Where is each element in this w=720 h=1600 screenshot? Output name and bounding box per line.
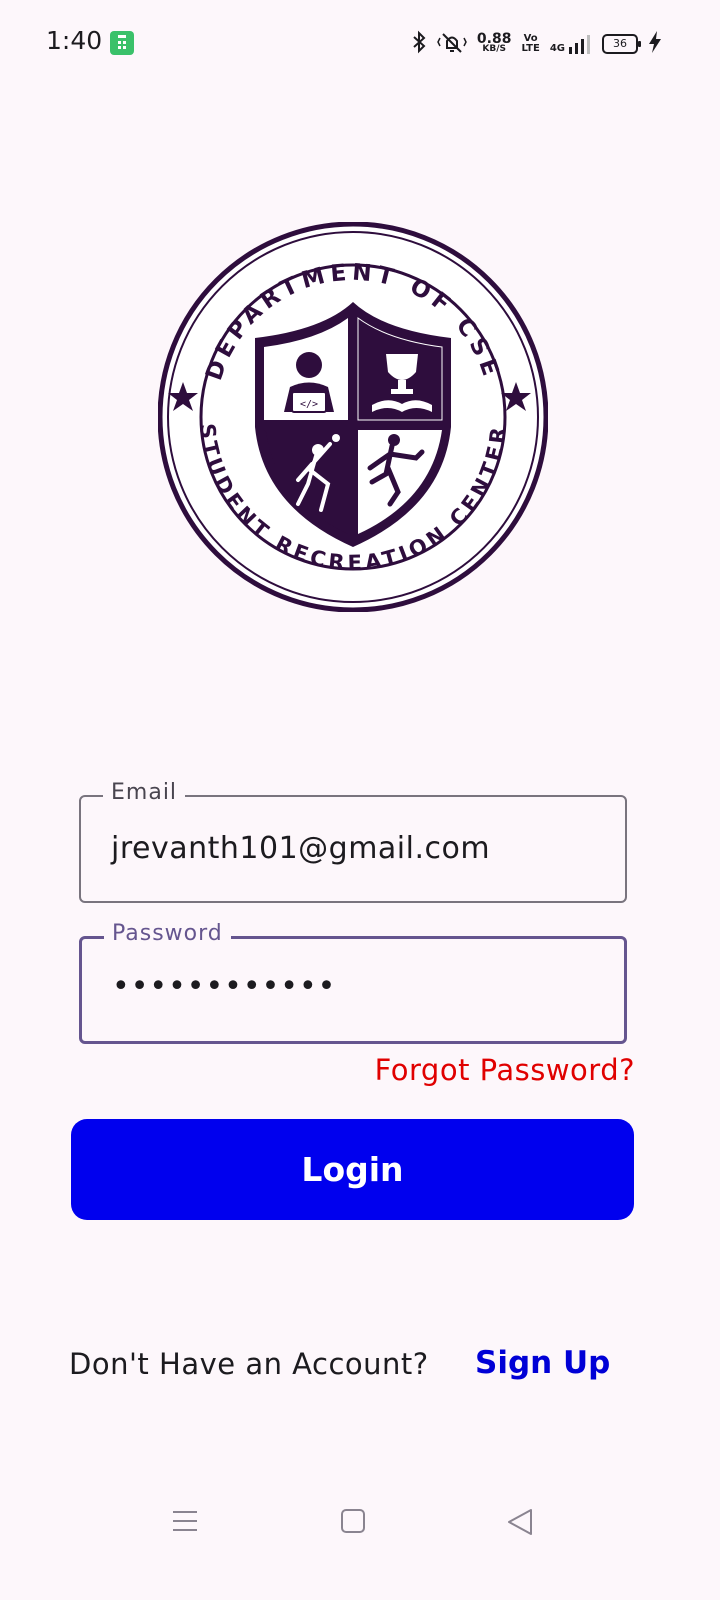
password-label: Password	[104, 921, 231, 946]
back-icon[interactable]	[506, 1508, 534, 1540]
status-icons: 0.88 KB/S Vo LTE 4G 36	[411, 29, 662, 59]
password-field[interactable]: Password ••••••••••••	[79, 921, 627, 1044]
signup-link[interactable]: Sign Up	[475, 1345, 610, 1381]
system-nav-bar	[0, 1480, 720, 1570]
svg-text:</>: </>	[300, 399, 318, 410]
volte-indicator: Vo LTE	[521, 33, 540, 54]
email-input-value[interactable]: jrevanth101@gmail.com	[111, 831, 490, 866]
battery-icon: 36	[602, 34, 641, 54]
bluetooth-icon	[411, 30, 427, 58]
charging-icon	[648, 30, 662, 58]
forgot-password-link[interactable]: Forgot Password?	[375, 1053, 635, 1087]
signal-icon: 4G	[550, 34, 592, 54]
login-button[interactable]: Login	[71, 1119, 634, 1220]
vibrate-icon	[437, 30, 467, 58]
status-time: 1:40	[46, 26, 103, 55]
email-label: Email	[103, 780, 186, 805]
home-icon[interactable]	[340, 1508, 366, 1538]
menu-icon[interactable]	[172, 1508, 198, 1538]
status-bar: 1:40 0.88 KB/S Vo LTE 4G 36	[0, 0, 720, 88]
net-speed: 0.88 KB/S	[476, 31, 512, 54]
signup-prompt: Don't Have an Account?	[69, 1347, 429, 1381]
department-logo: DEPARTMENT OF CSE STUDENT RECREATION CEN…	[157, 221, 549, 613]
email-field[interactable]: Email jrevanth101@gmail.com	[79, 780, 627, 903]
password-input-value[interactable]: ••••••••••••	[112, 969, 336, 1004]
app-notification-icon	[110, 31, 134, 55]
